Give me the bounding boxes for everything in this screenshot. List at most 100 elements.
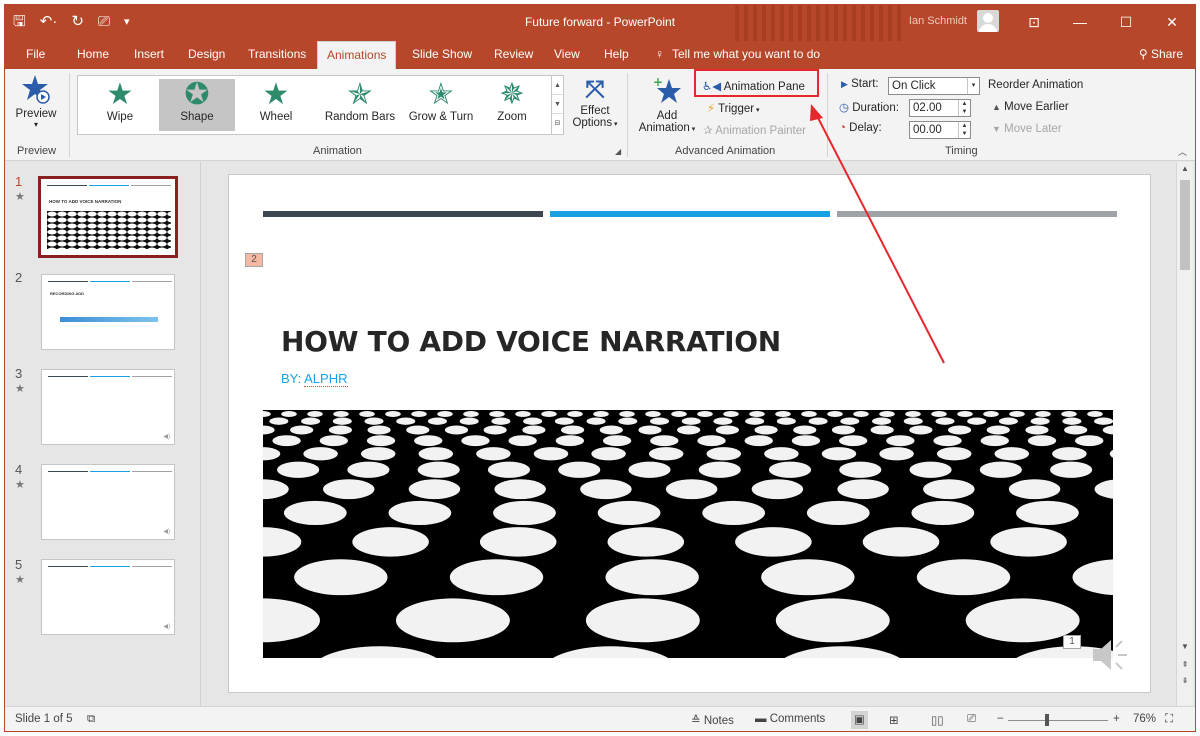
previous-slide-icon[interactable]: ⇞ — [1179, 658, 1191, 672]
zoom-slider-thumb[interactable] — [1045, 714, 1049, 726]
vertical-scrollbar[interactable]: ▲ ▼ ⇞ ⇟ — [1176, 162, 1193, 706]
current-slide[interactable]: 2 HOW TO ADD VOICE NARRATION BY: ALPHR 1 — [228, 174, 1151, 693]
fit-slide-icon[interactable]: ⛶ — [1165, 713, 1173, 726]
ribbon-display-options-icon[interactable]: ⊡ — [1011, 5, 1057, 41]
tab-slide-show[interactable]: Slide Show — [403, 41, 481, 69]
move-later-button[interactable]: ▼ Move Later — [992, 123, 1062, 135]
next-slide-icon[interactable]: ⇟ — [1179, 674, 1191, 688]
slide-thumbnail-4[interactable]: ◀) — [41, 464, 175, 540]
animation-wipe[interactable]: ★ Wipe — [82, 79, 158, 131]
share-label: Share — [1150, 47, 1183, 61]
tab-view[interactable]: View — [545, 41, 589, 69]
add-animation-button[interactable]: + Add Animation ▾ — [635, 75, 699, 134]
animation-grow-turn[interactable]: ✭ Grow & Turn — [400, 79, 482, 131]
audio-speaker-icon[interactable] — [1089, 633, 1133, 686]
tab-file[interactable]: File — [17, 41, 54, 69]
tab-review[interactable]: Review — [485, 41, 542, 69]
header-bar-dark — [263, 211, 543, 217]
disc — [491, 417, 511, 425]
tab-design[interactable]: Design — [179, 41, 234, 69]
disc — [301, 417, 321, 425]
comments-button[interactable]: ▬ Comments — [755, 713, 825, 725]
move-earlier-button[interactable]: ▲ Move Earlier — [992, 101, 1069, 113]
disc — [263, 425, 275, 435]
slide-photo[interactable] — [263, 410, 1113, 658]
tab-help[interactable]: Help — [595, 41, 638, 69]
zoom-level[interactable]: 76% — [1133, 713, 1156, 725]
star-random-bars-icon: ✯ — [347, 78, 373, 111]
disc — [754, 425, 778, 435]
collapse-ribbon-icon[interactable]: ︿ — [1178, 145, 1187, 158]
dialog-launcher-icon[interactable]: ◢ — [615, 147, 621, 156]
effect-options-button[interactable]: ⤧ Effect Options ▾ — [567, 75, 623, 129]
trigger-button[interactable]: ⚡ Trigger ▾ — [707, 101, 760, 115]
disc — [408, 479, 461, 500]
accessibility-icon[interactable]: ⧉ — [87, 713, 95, 726]
duration-label-text: Duration: — [852, 102, 899, 114]
disc — [599, 425, 623, 435]
triangle-up-icon: ▲ — [992, 102, 1001, 112]
animation-order-tag[interactable]: 1 — [1063, 635, 1081, 649]
disc — [911, 500, 975, 525]
preview-button[interactable]: Preview ▾ — [13, 73, 59, 129]
tell-me-search[interactable]: ♀ Tell me what you want to do — [655, 41, 820, 69]
delay-input[interactable]: 00.00 ▲ ▼ — [909, 121, 971, 139]
star-zoom-icon: ✵ — [499, 78, 525, 111]
slide-subtitle[interactable]: BY: ALPHR — [281, 371, 348, 387]
tab-transitions[interactable]: Transitions — [239, 41, 315, 69]
zoom-in-button[interactable]: + — [1113, 713, 1120, 725]
close-button[interactable]: ✕ — [1149, 5, 1195, 41]
slide-thumbnail-3[interactable]: ◀) — [41, 369, 175, 445]
animation-shape[interactable]: ✪ Shape — [159, 79, 235, 131]
animation-zoom[interactable]: ✵ Zoom — [474, 79, 550, 131]
scroll-up-icon[interactable]: ▲ — [1179, 162, 1191, 176]
disc — [706, 447, 742, 461]
reading-view-icon[interactable]: ▯▯ — [931, 713, 944, 727]
delay-spinner-icon[interactable]: ▲ ▼ — [958, 122, 970, 138]
gallery-up-icon[interactable]: ▲ — [552, 76, 563, 95]
thumb-bar — [48, 281, 88, 282]
disc — [628, 461, 671, 478]
notes-button[interactable]: ≙ Notes — [691, 713, 734, 727]
duration-spinner-icon[interactable]: ▲ ▼ — [958, 100, 970, 116]
thumb-photo — [47, 211, 171, 249]
slide-thumbnail-5[interactable]: ◀) — [41, 559, 175, 635]
disc — [560, 425, 585, 435]
scrollbar-thumb[interactable] — [1180, 180, 1190, 270]
scroll-down-icon[interactable]: ▼ — [1179, 640, 1191, 654]
tab-insert[interactable]: Insert — [125, 41, 173, 69]
disc — [1025, 425, 1049, 435]
start-dropdown[interactable]: On Click ▾ — [888, 77, 980, 95]
duration-input[interactable]: 02.00 ▲ ▼ — [909, 99, 971, 117]
thumbnail-number: 2 — [15, 270, 23, 285]
minimize-button[interactable]: — — [1057, 5, 1103, 41]
animation-label: Grow & Turn — [408, 111, 474, 123]
zoom-out-button[interactable]: − — [997, 713, 1004, 725]
avatar[interactable] — [977, 10, 999, 32]
user-name[interactable]: Ian Schmidt — [909, 15, 967, 27]
slide-show-icon[interactable]: ⎚ — [967, 713, 976, 726]
zoom-slider-track[interactable] — [1008, 720, 1108, 721]
slide-thumbnail-1[interactable]: HOW TO ADD VOICE NARRATION — [38, 176, 178, 258]
disc — [791, 435, 821, 447]
restore-button[interactable]: ☐ — [1103, 5, 1149, 41]
animation-random-bars[interactable]: ✯ Random Bars — [318, 79, 402, 131]
share-button[interactable]: ⚲ Share — [1139, 41, 1183, 69]
divider — [827, 73, 828, 157]
disc — [323, 479, 375, 500]
slide-title[interactable]: HOW TO ADD VOICE NARRATION — [281, 325, 781, 358]
gallery-down-icon[interactable]: ▼ — [552, 95, 563, 114]
slide-sorter-icon[interactable]: ⊞ — [889, 713, 899, 727]
disc — [983, 411, 999, 417]
tab-animations[interactable]: Animations — [317, 41, 397, 70]
animation-order-tag[interactable]: 2 — [245, 253, 263, 267]
normal-view-icon[interactable]: ▣ — [851, 711, 868, 729]
tab-home[interactable]: Home — [68, 41, 118, 69]
animation-wheel[interactable]: ★ Wheel — [238, 79, 314, 131]
gallery-more-icon[interactable]: ⊟ — [552, 114, 563, 133]
animation-painter-button[interactable]: ✰ Animation Painter — [703, 123, 806, 137]
disc — [476, 447, 511, 461]
star-grow-turn-icon: ✭ — [428, 78, 454, 111]
slide-thumbnail-2[interactable]: RECORDING ADD — [41, 274, 175, 350]
preview-dropdown-icon[interactable]: ▾ — [13, 120, 59, 129]
